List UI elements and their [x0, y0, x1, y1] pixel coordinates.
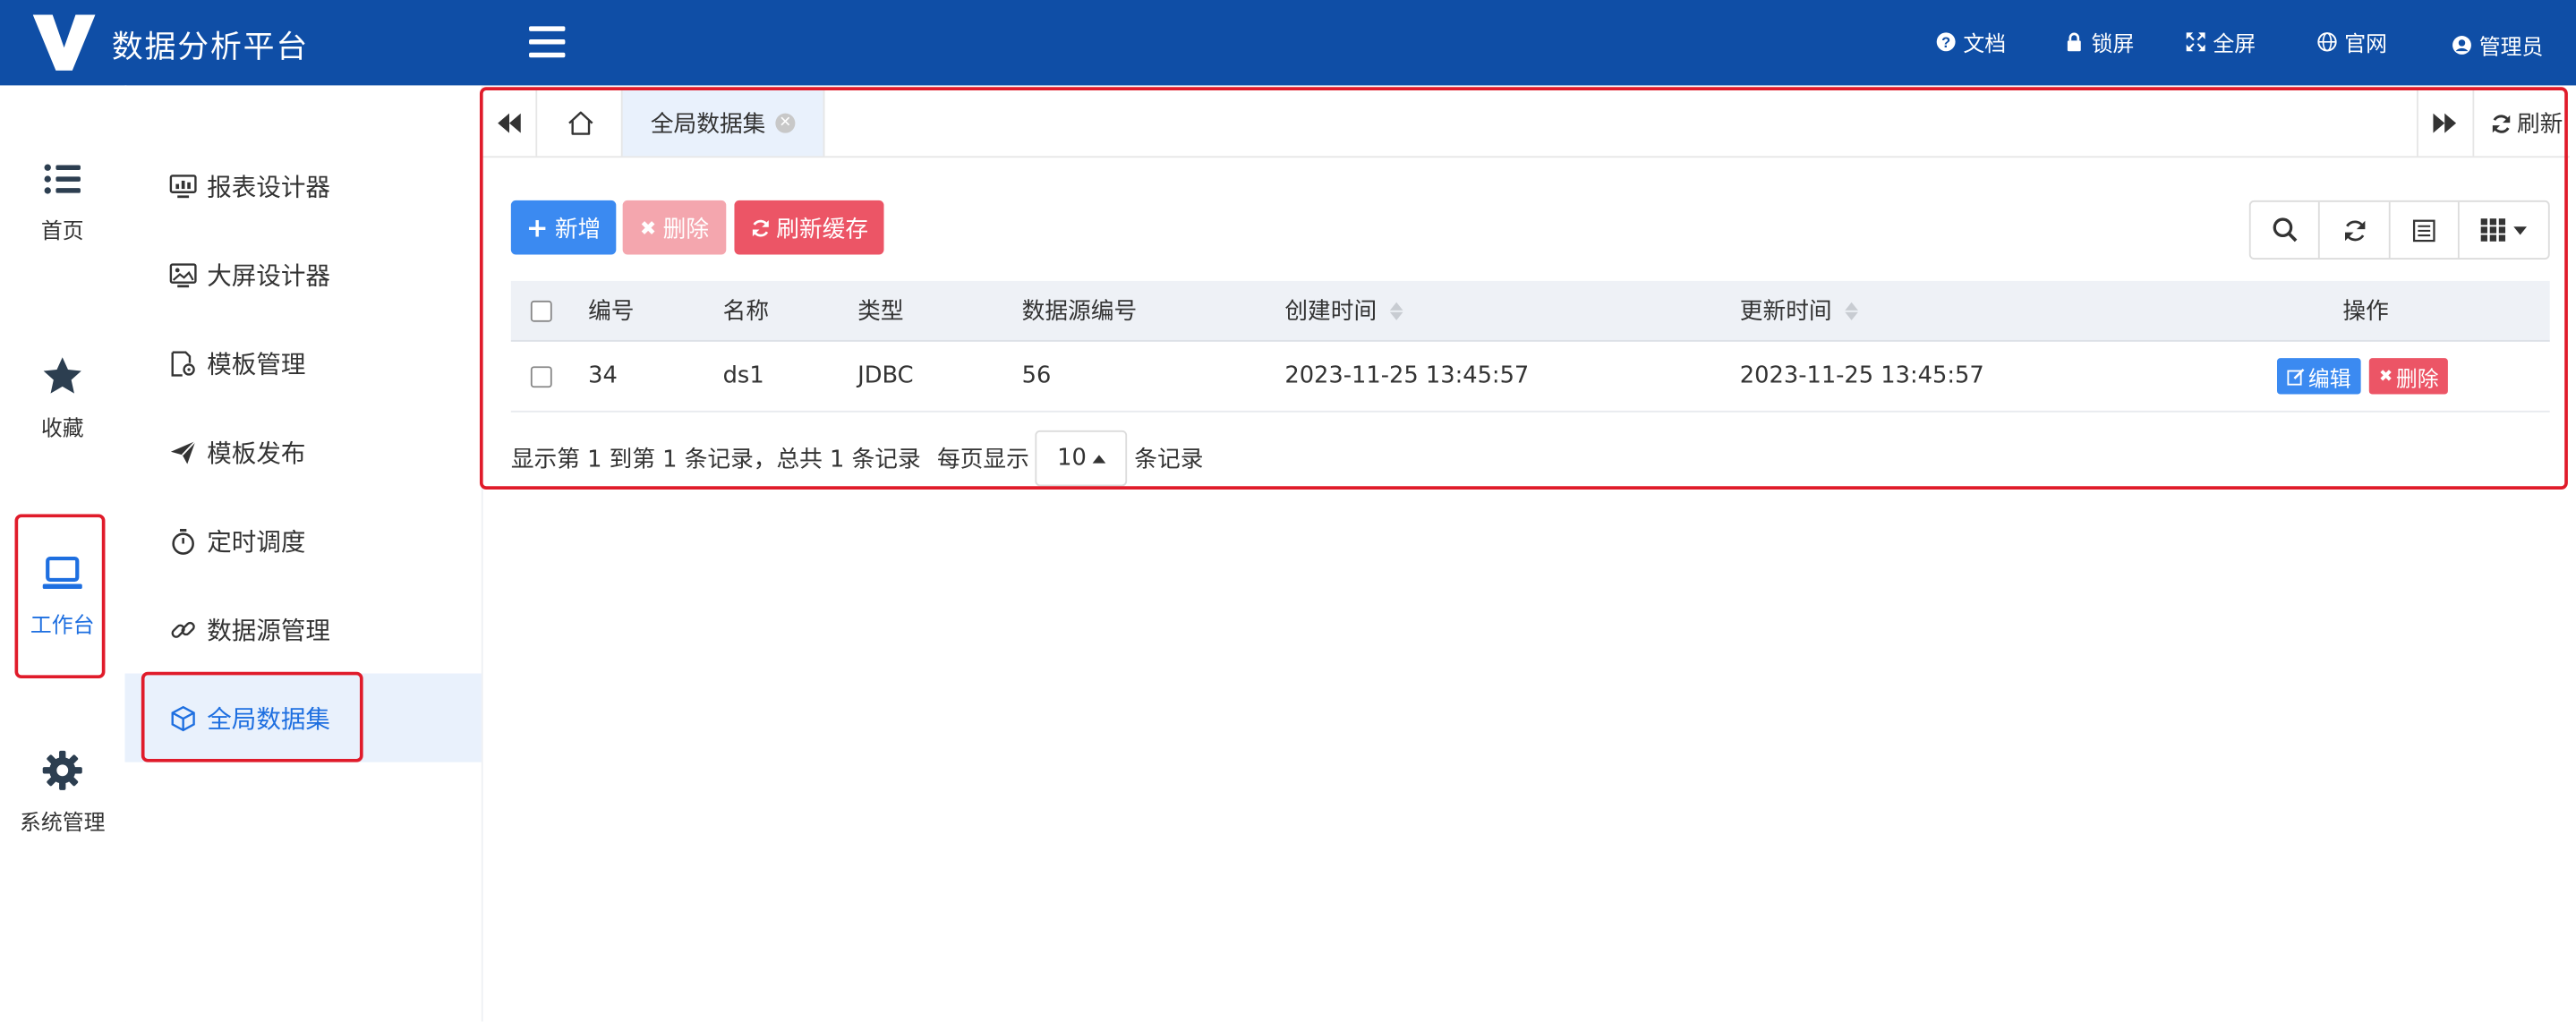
rail-item-home[interactable]: 首页	[0, 158, 124, 244]
stopwatch-icon	[172, 528, 194, 554]
send-icon	[170, 439, 197, 464]
submenu-item-datasource-management[interactable]: 数据源管理	[124, 584, 481, 673]
lock-screen-link[interactable]: 锁屏	[2063, 26, 2134, 57]
highlight-box-content	[479, 87, 2568, 490]
submenu-item-template-publish[interactable]: 模板发布	[124, 407, 481, 496]
submenu-label: 数据源管理	[207, 615, 330, 645]
app-title: 数据分析平台	[111, 30, 310, 66]
user-circle-icon	[2452, 36, 2471, 55]
submenu-label: 大屏设计器	[207, 260, 330, 290]
submenu-item-template-management[interactable]: 模板管理	[124, 319, 481, 407]
submenu-label: 模板发布	[207, 438, 306, 468]
rail-item-system[interactable]: 系统管理	[0, 749, 124, 836]
link-icon	[171, 620, 195, 638]
lock-label: 锁屏	[2091, 32, 2135, 58]
submenu-label: 报表设计器	[207, 171, 330, 201]
fullscreen-label: 全屏	[2213, 32, 2256, 58]
gear-icon	[42, 750, 82, 790]
user-label: 管理员	[2478, 36, 2544, 61]
lock-icon	[2067, 32, 2081, 52]
top-bar: 数据分析平台 ? 文档 锁屏 全屏 官网 管理员	[0, 0, 2576, 86]
question-circle-icon: ?	[1936, 32, 1956, 52]
svg-text:?: ?	[1941, 35, 1950, 51]
globe-icon	[2317, 32, 2337, 52]
monitor-chart-icon	[169, 174, 197, 198]
submenu-item-screen-designer[interactable]: 大屏设计器	[124, 230, 481, 319]
submenu-item-scheduling[interactable]: 定时调度	[124, 496, 481, 584]
menu-toggle-icon[interactable]	[529, 26, 566, 59]
highlight-box-workbench	[14, 514, 106, 679]
v-logo-icon	[32, 14, 96, 71]
docs-label: 文档	[1963, 32, 2007, 58]
rail-label: 收藏	[40, 417, 84, 442]
submenu-item-report-designer[interactable]: 报表设计器	[124, 141, 481, 230]
fullscreen-link[interactable]: 全屏	[2185, 26, 2256, 57]
star-icon	[43, 357, 81, 394]
list-icon	[44, 164, 81, 194]
official-site-label: 官网	[2344, 32, 2388, 58]
rail-label: 首页	[40, 219, 84, 245]
official-site-link[interactable]: 官网	[2316, 26, 2387, 57]
secondary-nav-menu: 报表设计器 大屏设计器 模板管理 模板发布 定时调度 数据源管理 全局数据集	[124, 85, 483, 1022]
submenu-label: 模板管理	[207, 349, 306, 379]
rail-label: 系统管理	[19, 811, 106, 837]
docs-link[interactable]: ? 文档	[1935, 26, 2006, 57]
highlight-box-global-dataset	[141, 671, 363, 762]
user-menu[interactable]: 管理员	[2452, 30, 2544, 61]
rail-item-favorites[interactable]: 收藏	[0, 354, 124, 442]
template-settings-icon	[171, 350, 195, 376]
screen-image-icon	[169, 262, 197, 287]
expand-icon	[2186, 32, 2205, 52]
submenu-label: 定时调度	[207, 526, 306, 557]
